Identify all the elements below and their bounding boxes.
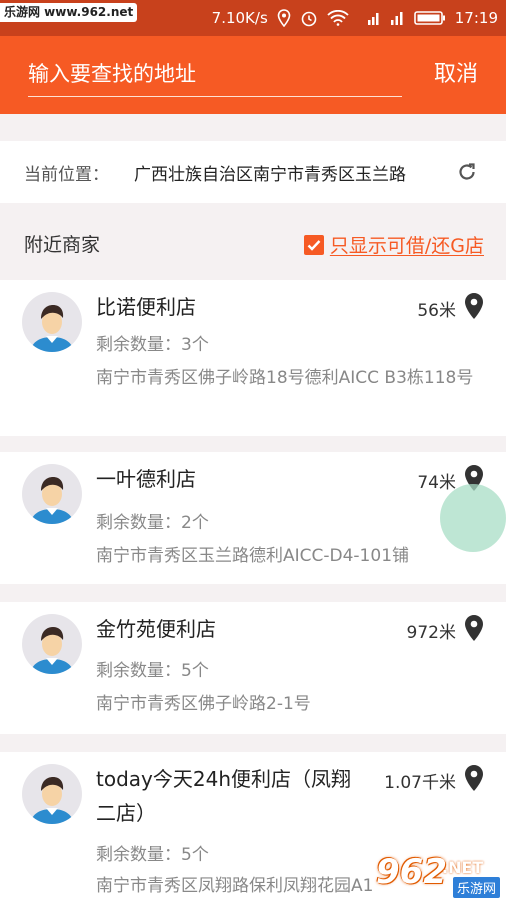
touch-ripple [440, 484, 506, 552]
wifi-icon [327, 10, 349, 26]
filter-label[interactable]: 只显示可借/还G店 [330, 231, 484, 258]
watermark-label: 乐游网 www.962.net [0, 3, 138, 22]
store-name: 一叶德利店 [96, 467, 196, 491]
store-address: 南宁市青秀区佛子岭路18号德利AICC B3栋118号 [96, 368, 474, 388]
signal-3g-icon [358, 10, 380, 26]
store-card[interactable]: 比诺便利店 56米 剩余数量：3个 南宁市青秀区佛子岭路18号德利AICC B3… [0, 280, 506, 436]
store-distance: 972米 [406, 623, 456, 643]
store-distance: 74米 [417, 473, 456, 493]
search-input[interactable] [28, 54, 402, 94]
map-pin-icon[interactable] [464, 292, 484, 324]
store-name: today今天24h便利店（凤翔二店） [96, 767, 351, 825]
store-avatar [22, 292, 82, 352]
watermark-logo: 962 .NET 乐游网 [376, 850, 502, 898]
store-remaining: 剩余数量：5个 [96, 845, 209, 865]
store-card[interactable]: 金竹苑便利店 972米 剩余数量：5个 南宁市青秀区佛子岭路2-1号 [0, 602, 506, 734]
store-distance: 1.07千米 [384, 773, 456, 793]
status-icons: 7.10K/s 17:19 [212, 0, 498, 36]
refresh-icon[interactable] [456, 161, 478, 187]
store-avatar [22, 614, 82, 674]
current-location-bar: 当前位置： 广西壮族自治区南宁市青秀区玉兰路 [0, 141, 506, 203]
store-distance: 56米 [417, 301, 456, 321]
store-avatar [22, 764, 82, 824]
watermark-number: 962 [376, 852, 447, 892]
alarm-icon [300, 9, 318, 27]
clock: 17:19 [454, 9, 498, 27]
battery-icon [413, 10, 446, 26]
store-remaining: 剩余数量：2个 [96, 513, 209, 533]
store-name: 金竹苑便利店 [96, 617, 216, 641]
search-field-wrapper [28, 54, 402, 97]
available-only-filter[interactable]: 只显示可借/还G店 [303, 231, 484, 258]
store-avatar [22, 464, 82, 524]
status-bar: 乐游网 www.962.net 7.10K/s 17:19 [0, 0, 506, 36]
store-remaining: 剩余数量：3个 [96, 335, 209, 355]
location-value: 广西壮族自治区南宁市青秀区玉兰路 [134, 164, 406, 185]
watermark-domain: .NET [442, 858, 484, 877]
filter-checkbox[interactable] [303, 234, 324, 255]
store-address: 南宁市青秀区佛子岭路2-1号 [96, 694, 311, 714]
cancel-button[interactable]: 取消 [434, 56, 478, 88]
store-card[interactable]: 一叶德利店 74米 剩余数量：2个 南宁市青秀区玉兰路德利AICC-D4-101… [0, 452, 506, 584]
store-address: 南宁市青秀区玉兰路德利AICC-D4-101铺 [96, 546, 410, 566]
network-speed: 7.10K/s [211, 9, 268, 27]
map-pin-icon[interactable] [464, 764, 484, 796]
nearby-title: 附近商家 [24, 234, 101, 256]
map-pin-icon[interactable] [464, 614, 484, 646]
store-name: 比诺便利店 [96, 295, 196, 319]
store-remaining: 剩余数量：5个 [96, 661, 209, 681]
watermark-site: 乐游网 [452, 877, 500, 898]
location-label: 当前位置： [24, 164, 109, 185]
checkmark-icon [307, 239, 321, 251]
search-header: 取消 [0, 36, 506, 114]
nearby-header: 附近商家 只显示可借/还G店 [0, 218, 506, 266]
signal-icon [389, 10, 405, 26]
location-icon [277, 9, 291, 27]
